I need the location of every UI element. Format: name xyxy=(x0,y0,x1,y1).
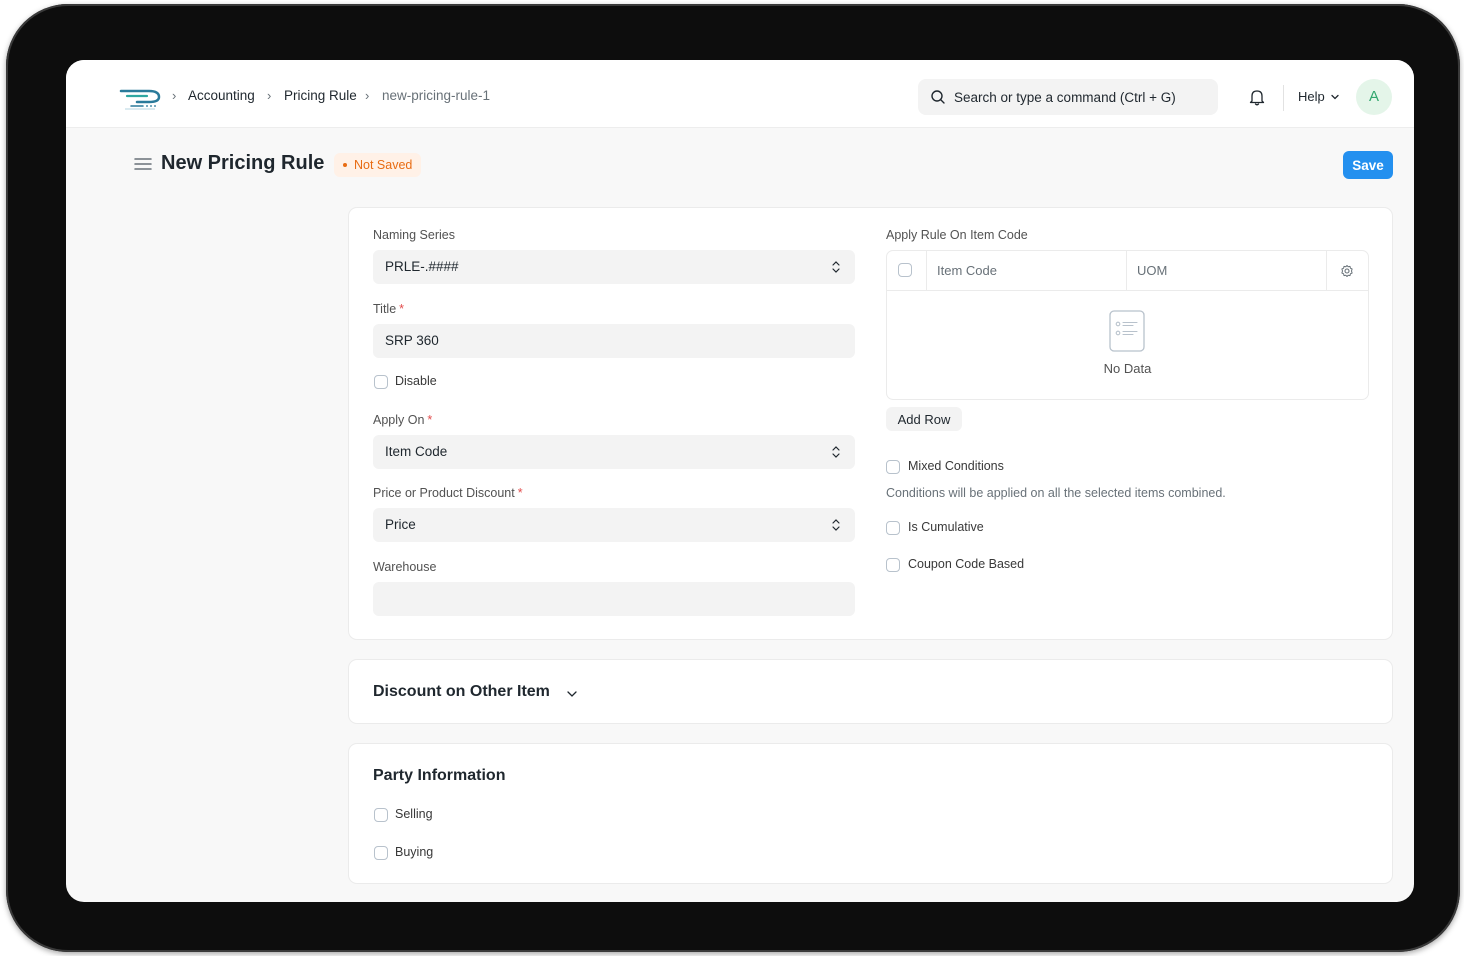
coupon-code-based-checkbox[interactable] xyxy=(886,558,900,572)
coupon-code-based-label: Coupon Code Based xyxy=(908,557,1025,571)
section-title: Discount on Other Item xyxy=(373,683,550,700)
is-cumulative-checkbox[interactable] xyxy=(886,521,900,535)
buying-label: Buying xyxy=(395,845,434,859)
naming-series-select[interactable]: PRLE-.#### xyxy=(373,250,855,284)
breadcrumb-separator: › xyxy=(172,88,177,103)
select-all-checkbox[interactable] xyxy=(898,263,912,277)
selling-checkbox[interactable] xyxy=(374,808,388,822)
column-header-item-code: Item Code xyxy=(927,251,1127,291)
pricing-rule-form-card: Naming Series PRLE-.#### Title * SRP 360 … xyxy=(348,207,1393,640)
mixed-conditions-help: Conditions will be applied on all the se… xyxy=(886,486,1226,500)
warehouse-input[interactable] xyxy=(373,582,855,616)
sidebar-toggle-icon[interactable] xyxy=(134,156,152,172)
warehouse-label: Warehouse xyxy=(373,560,437,574)
breadcrumb-current: new-pricing-rule-1 xyxy=(382,88,491,103)
no-data-text: No Data xyxy=(1103,361,1152,376)
price-or-product-value: Price xyxy=(385,517,416,532)
title-value: SRP 360 xyxy=(385,333,439,348)
buying-checkbox[interactable] xyxy=(374,846,388,860)
save-button[interactable]: Save xyxy=(1343,151,1393,179)
disable-label: Disable xyxy=(395,374,437,388)
bell-icon[interactable] xyxy=(1248,88,1266,106)
empty-list-icon xyxy=(1109,310,1145,352)
price-or-product-select[interactable]: Price xyxy=(373,508,855,542)
app-screen: › Accounting › Pricing Rule › new-pricin… xyxy=(66,60,1414,902)
mixed-conditions-label: Mixed Conditions xyxy=(908,459,1004,473)
breadcrumb-pricing-rule[interactable]: Pricing Rule xyxy=(284,88,357,103)
chevron-down-icon[interactable] xyxy=(566,688,578,700)
section-title: Party Information xyxy=(373,767,506,784)
breadcrumb-separator: › xyxy=(267,88,272,103)
table-header: Item Code UOM xyxy=(887,251,1368,291)
price-or-product-label: Price or Product Discount * xyxy=(373,486,523,500)
disable-checkbox[interactable] xyxy=(374,375,388,389)
select-arrows-icon xyxy=(832,519,840,531)
avatar[interactable]: A xyxy=(1356,79,1392,115)
column-settings-cell xyxy=(1327,251,1368,291)
party-information-section: Party Information Selling Buying xyxy=(348,743,1393,884)
navbar-divider xyxy=(1283,85,1284,111)
naming-series-value: PRLE-.#### xyxy=(385,259,459,274)
select-all-cell xyxy=(887,251,927,291)
page-title: New Pricing Rule xyxy=(161,152,325,174)
search-bar[interactable] xyxy=(918,79,1218,115)
search-icon xyxy=(931,90,945,104)
navbar: › Accounting › Pricing Rule › new-pricin… xyxy=(66,60,1414,128)
title-input[interactable]: SRP 360 xyxy=(373,324,855,358)
item-code-table: Item Code UOM No Data xyxy=(886,250,1369,400)
column-header-uom: UOM xyxy=(1127,251,1327,291)
breadcrumb-separator: › xyxy=(365,88,370,103)
title-label: Title * xyxy=(373,302,405,316)
gear-icon[interactable] xyxy=(1340,264,1354,278)
select-arrows-icon xyxy=(832,261,840,273)
search-input[interactable] xyxy=(954,79,1204,115)
add-row-button[interactable]: Add Row xyxy=(886,407,962,431)
discount-other-item-section[interactable]: Discount on Other Item xyxy=(348,659,1393,724)
apply-on-value: Item Code xyxy=(385,444,448,459)
mixed-conditions-checkbox[interactable] xyxy=(886,460,900,474)
naming-series-label: Naming Series xyxy=(373,228,455,242)
select-arrows-icon xyxy=(832,446,840,458)
help-menu[interactable]: Help xyxy=(1298,89,1325,104)
is-cumulative-label: Is Cumulative xyxy=(908,520,984,534)
app-logo-icon[interactable] xyxy=(119,85,163,111)
tablet-frame: › Accounting › Pricing Rule › new-pricin… xyxy=(6,4,1460,952)
breadcrumb-accounting[interactable]: Accounting xyxy=(188,88,255,103)
apply-on-select[interactable]: Item Code xyxy=(373,435,855,469)
apply-rule-on-label: Apply Rule On Item Code xyxy=(886,228,1028,242)
selling-label: Selling xyxy=(395,807,433,821)
apply-on-label: Apply On * xyxy=(373,413,433,427)
status-badge: Not Saved xyxy=(334,153,422,177)
chevron-down-icon[interactable] xyxy=(1330,92,1340,102)
